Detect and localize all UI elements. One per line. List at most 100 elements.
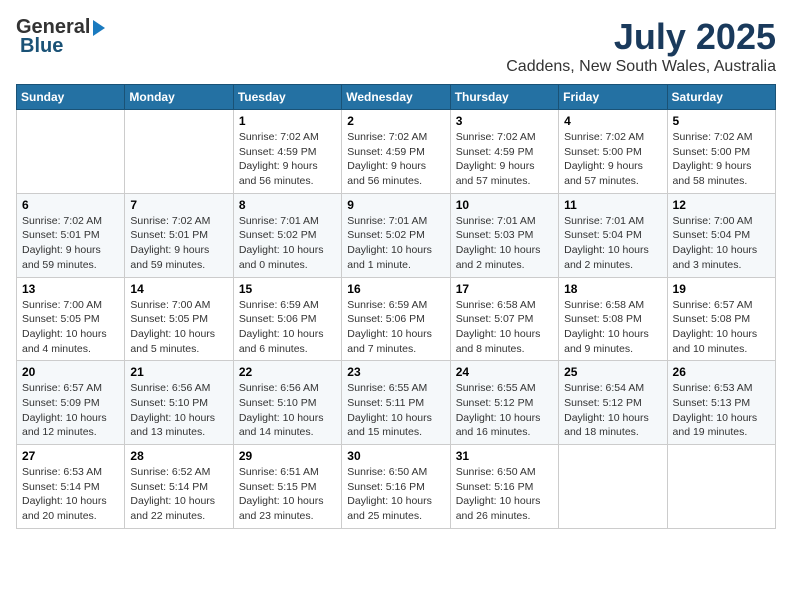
calendar-cell: 20Sunrise: 6:57 AMSunset: 5:09 PMDayligh…	[17, 361, 125, 445]
sunset-label: Sunset: 5:08 PM	[673, 313, 751, 325]
sunrise-label: Sunrise: 6:57 AM	[22, 382, 102, 394]
logo-arrow-icon	[93, 20, 105, 36]
day-info: Sunrise: 7:02 AMSunset: 5:01 PMDaylight:…	[130, 214, 227, 273]
sunrise-label: Sunrise: 6:59 AM	[239, 299, 319, 311]
day-number: 4	[564, 114, 661, 128]
daylight-label: Daylight: 10 hours and 0 minutes.	[239, 244, 324, 271]
month-year-title: July 2025	[506, 16, 776, 58]
calendar-cell	[559, 445, 667, 529]
sunset-label: Sunset: 4:59 PM	[456, 146, 534, 158]
day-number: 28	[130, 449, 227, 463]
calendar-cell: 2Sunrise: 7:02 AMSunset: 4:59 PMDaylight…	[342, 110, 450, 194]
calendar-cell: 9Sunrise: 7:01 AMSunset: 5:02 PMDaylight…	[342, 193, 450, 277]
location-subtitle: Caddens, New South Wales, Australia	[506, 58, 776, 76]
day-info: Sunrise: 7:00 AMSunset: 5:05 PMDaylight:…	[130, 298, 227, 357]
sunrise-label: Sunrise: 6:55 AM	[456, 382, 536, 394]
day-info: Sunrise: 6:53 AMSunset: 5:13 PMDaylight:…	[673, 381, 770, 440]
calendar-day-header: Tuesday	[233, 85, 341, 110]
calendar-day-header: Friday	[559, 85, 667, 110]
day-info: Sunrise: 6:58 AMSunset: 5:08 PMDaylight:…	[564, 298, 661, 357]
sunrise-label: Sunrise: 6:53 AM	[673, 382, 753, 394]
day-number: 16	[347, 282, 444, 296]
day-info: Sunrise: 6:56 AMSunset: 5:10 PMDaylight:…	[130, 381, 227, 440]
day-number: 31	[456, 449, 553, 463]
calendar-day-header: Wednesday	[342, 85, 450, 110]
day-number: 8	[239, 198, 336, 212]
day-number: 5	[673, 114, 770, 128]
daylight-label: Daylight: 10 hours and 26 minutes.	[456, 495, 541, 522]
calendar-cell	[667, 445, 775, 529]
sunrise-label: Sunrise: 6:56 AM	[239, 382, 319, 394]
calendar-cell	[125, 110, 233, 194]
day-number: 20	[22, 365, 119, 379]
sunset-label: Sunset: 5:14 PM	[130, 481, 208, 493]
sunset-label: Sunset: 5:13 PM	[673, 397, 751, 409]
calendar-day-header: Saturday	[667, 85, 775, 110]
day-info: Sunrise: 7:02 AMSunset: 4:59 PMDaylight:…	[347, 130, 444, 189]
calendar-header-row: SundayMondayTuesdayWednesdayThursdayFrid…	[17, 85, 776, 110]
daylight-label: Daylight: 9 hours and 58 minutes.	[673, 160, 752, 187]
day-number: 25	[564, 365, 661, 379]
calendar-week-row: 13 Sunrise: 7:00 AMSunset: 5:05 PMDayligh…	[17, 277, 776, 361]
daylight-label: Daylight: 10 hours and 5 minutes.	[130, 328, 215, 355]
sunrise-label: Sunrise: 7:02 AM	[564, 131, 644, 143]
sunrise-label: Sunrise: 7:00 AM	[673, 215, 753, 227]
daylight-label: Daylight: 10 hours and 15 minutes.	[347, 412, 432, 439]
day-info: Sunrise: 6:59 AMSunset: 5:06 PMDaylight:…	[239, 298, 336, 357]
sunset-label: Sunset: 5:01 PM	[130, 229, 208, 241]
sunset-label: Sunset: 5:16 PM	[347, 481, 425, 493]
sunrise-label: Sunrise: 7:02 AM	[347, 131, 427, 143]
sunrise-label: Sunrise: 6:51 AM	[239, 466, 319, 478]
daylight-label: Daylight: 10 hours and 9 minutes.	[564, 328, 649, 355]
sunset-label: Sunset: 5:04 PM	[673, 229, 751, 241]
calendar-cell: 5Sunrise: 7:02 AMSunset: 5:00 PMDaylight…	[667, 110, 775, 194]
sunset-label: Sunset: 4:59 PM	[347, 146, 425, 158]
calendar-cell: 29Sunrise: 6:51 AMSunset: 5:15 PMDayligh…	[233, 445, 341, 529]
sunset-label: Sunset: 5:12 PM	[564, 397, 642, 409]
sunrise-label: Sunrise: 7:02 AM	[22, 215, 102, 227]
day-number: 15	[239, 282, 336, 296]
calendar-cell: 23Sunrise: 6:55 AMSunset: 5:11 PMDayligh…	[342, 361, 450, 445]
sunrise-label: Sunrise: 7:02 AM	[673, 131, 753, 143]
day-number: 13	[22, 282, 119, 296]
daylight-label: Daylight: 10 hours and 20 minutes.	[22, 495, 107, 522]
daylight-label: Daylight: 10 hours and 8 minutes.	[456, 328, 541, 355]
daylight-label: Daylight: 10 hours and 2 minutes.	[564, 244, 649, 271]
calendar-cell: 24Sunrise: 6:55 AMSunset: 5:12 PMDayligh…	[450, 361, 558, 445]
calendar-cell: 14Sunrise: 7:00 AMSunset: 5:05 PMDayligh…	[125, 277, 233, 361]
calendar-cell: 15 Sunrise: 6:59 AMSunset: 5:06 PMDayligh…	[233, 277, 341, 361]
sunset-label: Sunset: 5:05 PM	[22, 313, 100, 325]
day-info: Sunrise: 7:02 AMSunset: 4:59 PMDaylight:…	[239, 130, 336, 189]
calendar-cell: 18Sunrise: 6:58 AMSunset: 5:08 PMDayligh…	[559, 277, 667, 361]
sunrise-label: Sunrise: 7:01 AM	[347, 215, 427, 227]
calendar-cell: 1Sunrise: 7:02 AMSunset: 4:59 PMDaylight…	[233, 110, 341, 194]
sunrise-label: Sunrise: 6:50 AM	[456, 466, 536, 478]
sunrise-label: Sunrise: 6:58 AM	[456, 299, 536, 311]
day-info: Sunrise: 6:51 AMSunset: 5:15 PMDaylight:…	[239, 465, 336, 524]
daylight-label: Daylight: 10 hours and 10 minutes.	[673, 328, 758, 355]
calendar-cell: 19Sunrise: 6:57 AMSunset: 5:08 PMDayligh…	[667, 277, 775, 361]
sunset-label: Sunset: 5:02 PM	[347, 229, 425, 241]
sunset-label: Sunset: 5:00 PM	[564, 146, 642, 158]
calendar-cell	[17, 110, 125, 194]
calendar-cell: 4Sunrise: 7:02 AMSunset: 5:00 PMDaylight…	[559, 110, 667, 194]
sunset-label: Sunset: 5:14 PM	[22, 481, 100, 493]
day-info: Sunrise: 7:01 AMSunset: 5:02 PMDaylight:…	[347, 214, 444, 273]
sunrise-label: Sunrise: 7:01 AM	[456, 215, 536, 227]
day-number: 30	[347, 449, 444, 463]
sunrise-label: Sunrise: 6:57 AM	[673, 299, 753, 311]
sunrise-label: Sunrise: 6:52 AM	[130, 466, 210, 478]
sunset-label: Sunset: 5:05 PM	[130, 313, 208, 325]
day-info: Sunrise: 6:57 AM Sunset: 5:08 PM Daylight:…	[673, 298, 770, 357]
daylight-label: Daylight: 10 hours and 7 minutes.	[347, 328, 432, 355]
day-number: 2	[347, 114, 444, 128]
sunrise-label: Sunrise: 6:59 AM	[347, 299, 427, 311]
daylight-label: Daylight: 9 hours and 59 minutes.	[22, 244, 101, 271]
day-info: Sunrise: 7:01 AMSunset: 5:04 PMDaylight:…	[564, 214, 661, 273]
day-info: Sunrise: 6:53 AMSunset: 5:14 PMDaylight:…	[22, 465, 119, 524]
day-info: Sunrise: 6:50 AMSunset: 5:16 PMDaylight:…	[347, 465, 444, 524]
daylight-label: Daylight: 10 hours and 6 minutes.	[239, 328, 324, 355]
daylight-label: Daylight: 10 hours and 2 minutes.	[456, 244, 541, 271]
calendar-cell: 16Sunrise: 6:59 AMSunset: 5:06 PMDayligh…	[342, 277, 450, 361]
day-number: 9	[347, 198, 444, 212]
